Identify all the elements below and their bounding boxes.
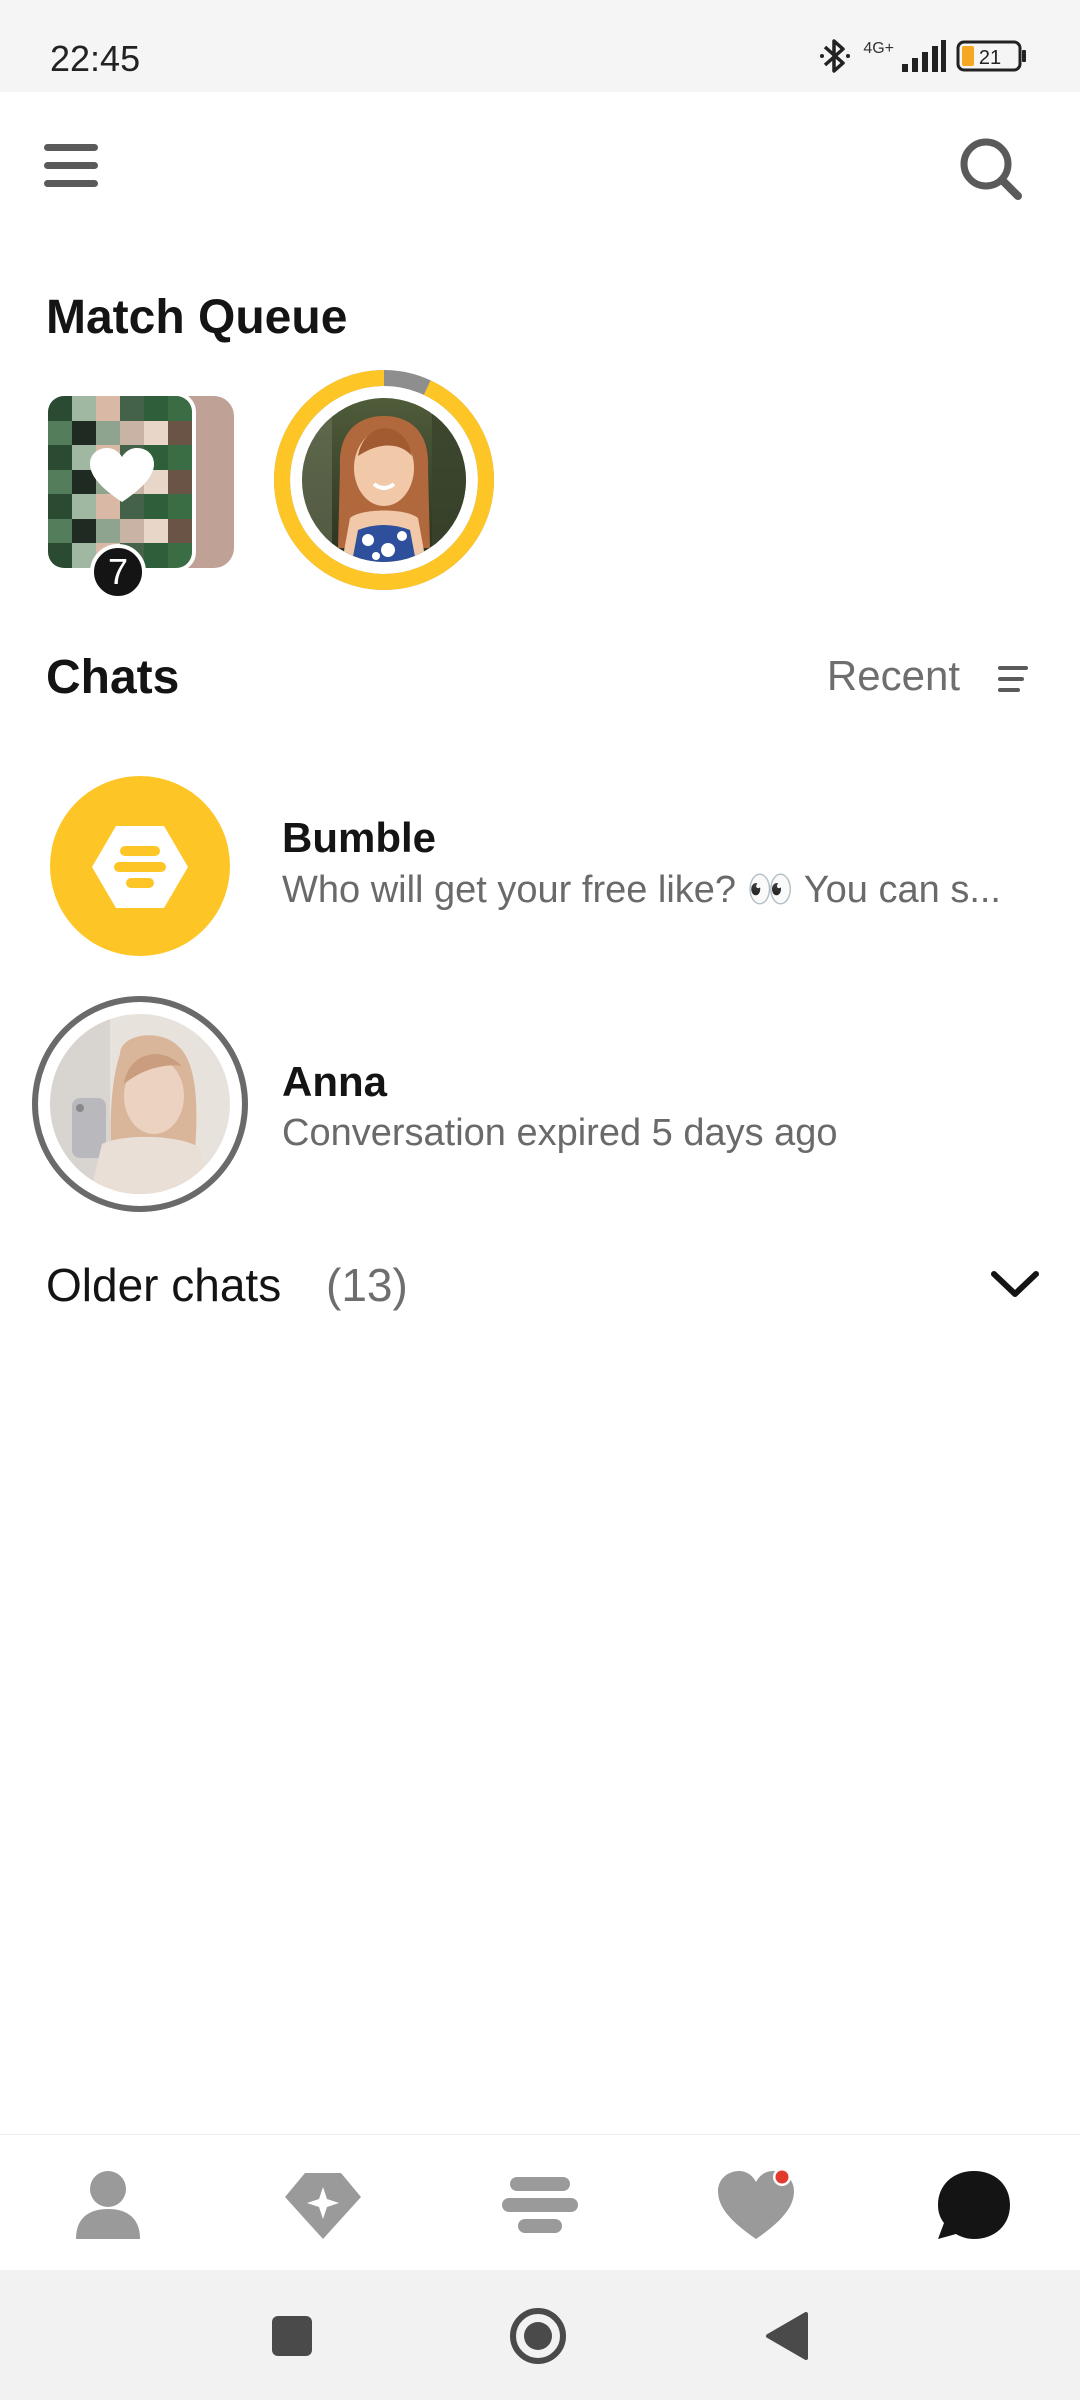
tab-profile[interactable] — [68, 2167, 148, 2243]
search-icon[interactable] — [958, 136, 1024, 202]
mosaic-tile — [48, 469, 72, 495]
mosaic-tile — [144, 543, 168, 568]
mosaic-tile — [168, 494, 192, 519]
older-chats-count: (13) — [326, 1259, 408, 1311]
older-chats-toggle[interactable]: Older chats (13) — [0, 1240, 1080, 1330]
system-nav-bar — [0, 2270, 1080, 2400]
anna-avatar — [50, 1014, 230, 1194]
tab-chats[interactable] — [934, 2167, 1014, 2243]
mosaic-tile — [48, 445, 72, 470]
anna-avatar-photo — [50, 1014, 230, 1194]
mosaic-tile — [120, 420, 144, 446]
chevron-down-icon — [991, 1271, 1039, 1297]
mosaic-tile — [48, 420, 72, 446]
tab-likes[interactable] — [716, 2167, 796, 2243]
signal-icon — [902, 40, 946, 72]
mosaic-tile — [168, 445, 192, 470]
top-bar — [0, 92, 1080, 252]
sort-dropdown-label[interactable]: Recent — [827, 652, 960, 700]
chat-preview: Conversation expired 5 days ago — [282, 1112, 838, 1154]
mosaic-tile — [168, 543, 192, 568]
recents-button-icon[interactable] — [260, 2304, 324, 2368]
expired-avatar-ring — [32, 996, 248, 1212]
bumble-avatar — [50, 776, 230, 956]
bumble-logo-icon — [92, 826, 188, 908]
mosaic-tile — [72, 396, 96, 421]
likes-heart-icon — [718, 2168, 794, 2239]
home-button-icon[interactable] — [506, 2304, 570, 2368]
match-queue-title: Match Queue — [46, 291, 348, 344]
mosaic-tile — [120, 518, 144, 544]
mosaic-tile — [144, 420, 168, 446]
mosaic-tile — [48, 396, 72, 421]
heart-icon — [90, 448, 154, 502]
network-type-label: 4G+ — [863, 40, 894, 57]
mosaic-tile — [168, 469, 192, 495]
mosaic-tile — [72, 420, 96, 446]
mosaic-tile — [144, 396, 168, 421]
status-time: 22:45 — [50, 38, 141, 79]
chat-name: Bumble — [282, 814, 437, 861]
notification-dot — [775, 2170, 789, 2184]
battery-level: 21 — [979, 47, 1001, 69]
tab-discover[interactable] — [500, 2167, 580, 2243]
likes-count-badge: 7 — [90, 544, 146, 600]
hamburger-menu-icon[interactable] — [38, 136, 106, 196]
status-icons: 4G+ 21 — [817, 36, 1028, 76]
mosaic-tile — [120, 396, 144, 421]
mosaic-tile — [144, 518, 168, 544]
mosaic-tile — [72, 518, 96, 544]
bottom-nav — [0, 2134, 1080, 2270]
bluetooth-icon — [820, 39, 851, 73]
hidden-likes-card[interactable]: 7 — [44, 392, 240, 600]
chats-bubble-icon — [938, 2171, 1010, 2239]
battery-icon: 21 — [956, 40, 1026, 72]
mosaic-tile — [96, 518, 120, 544]
match-avatar-photo — [302, 398, 466, 562]
chat-preview: Who will get your free like? 👀 You can s… — [282, 869, 1001, 911]
premium-diamond-icon — [285, 2173, 361, 2239]
profile-icon — [76, 2171, 140, 2239]
chat-row-anna[interactable]: Anna Conversation expired 5 days ago — [0, 994, 1080, 1214]
mosaic-tile — [96, 420, 120, 446]
mosaic-tile — [48, 494, 72, 519]
sort-icon[interactable] — [998, 664, 1030, 694]
back-button-icon[interactable] — [756, 2304, 820, 2368]
status-bar: 22:45 4G+ 21 — [0, 0, 1080, 92]
mosaic-tile — [48, 543, 72, 568]
mosaic-tile — [168, 518, 192, 544]
mosaic-tile — [48, 518, 72, 544]
chat-name: Anna — [282, 1058, 387, 1105]
older-chats-label: Older chats — [46, 1259, 282, 1311]
mosaic-tile — [96, 396, 120, 421]
mosaic-tile — [168, 396, 192, 421]
chat-row-bumble[interactable]: Bumble Who will get your free like? 👀 Yo… — [0, 756, 1080, 976]
match-avatar[interactable] — [302, 398, 466, 562]
tab-premium[interactable] — [283, 2167, 363, 2243]
discover-bumble-icon — [502, 2177, 578, 2233]
mosaic-tile — [168, 420, 192, 446]
chats-title: Chats — [46, 651, 180, 704]
